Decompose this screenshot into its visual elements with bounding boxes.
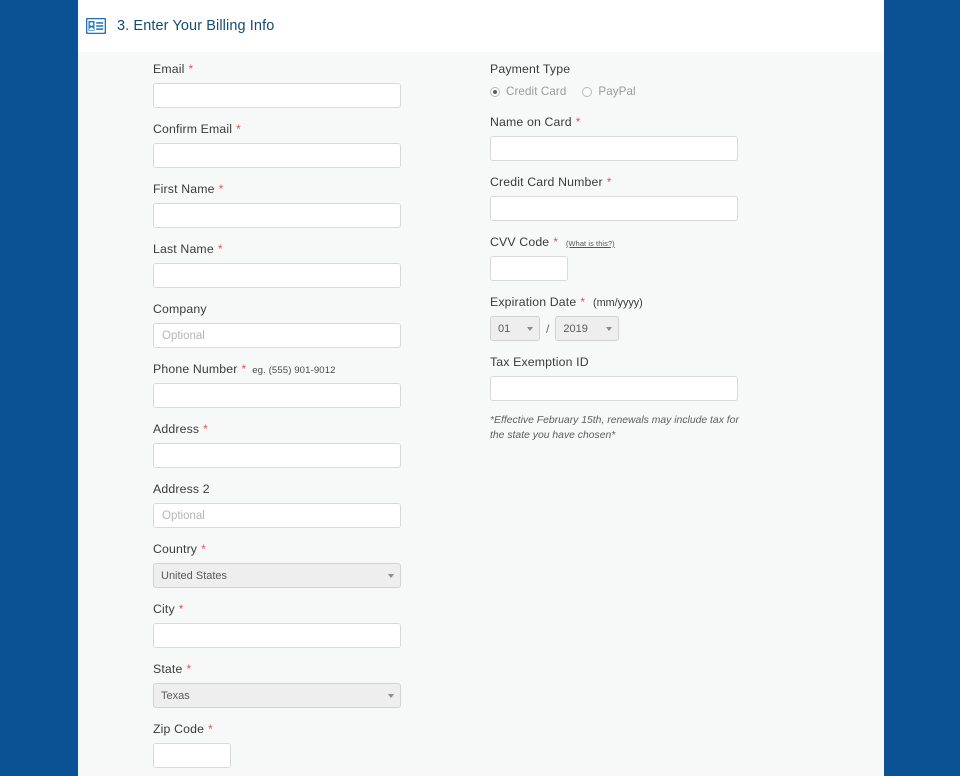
card-number-input[interactable]: [490, 196, 738, 221]
field-state: State * TexasCaliforniaNew YorkFlorida: [153, 662, 483, 708]
email-label: Email: [153, 62, 185, 76]
state-label: State: [153, 662, 183, 676]
field-confirm-email: Confirm Email *: [153, 122, 483, 168]
required-marker: *: [575, 115, 581, 129]
field-payment-type: Payment Type Credit Card PayPal: [490, 62, 820, 98]
state-select[interactable]: TexasCaliforniaNew YorkFlorida: [153, 683, 401, 708]
tax-exemption-label: Tax Exemption ID: [490, 355, 589, 369]
radio-unselected-icon: [582, 86, 593, 97]
confirm-email-label: Confirm Email: [153, 122, 233, 136]
required-marker: *: [188, 62, 194, 76]
page-title: 3. Enter Your Billing Info: [117, 18, 275, 34]
field-address2: Address 2: [153, 482, 483, 528]
name-on-card-input[interactable]: [490, 136, 738, 161]
required-marker: *: [241, 362, 247, 376]
field-expiration: Expiration Date * (mm/yyyy) 010203040506…: [490, 295, 820, 341]
expiration-year-select[interactable]: 201920202021202220232024: [555, 316, 620, 341]
last-name-label: Last Name: [153, 242, 214, 256]
tax-exemption-input[interactable]: [490, 376, 738, 401]
required-marker: *: [186, 662, 192, 676]
radio-credit-card[interactable]: Credit Card: [490, 85, 566, 98]
cvv-input[interactable]: [490, 256, 568, 281]
field-company: Company: [153, 302, 483, 348]
country-label: Country: [153, 542, 198, 556]
field-last-name: Last Name *: [153, 242, 483, 288]
phone-label: Phone Number: [153, 362, 238, 376]
city-label: City: [153, 602, 175, 616]
name-on-card-label: Name on Card: [490, 115, 572, 129]
required-marker: *: [217, 242, 223, 256]
required-marker: *: [218, 182, 224, 196]
payment-type-label: Payment Type: [490, 62, 571, 76]
radio-credit-card-label: Credit Card: [506, 85, 567, 98]
city-input[interactable]: [153, 623, 401, 648]
first-name-label: First Name: [153, 182, 215, 196]
field-city: City *: [153, 602, 483, 648]
company-label: Company: [153, 302, 207, 316]
form-body: Email * Confirm Email * First Name * Las…: [78, 52, 884, 776]
confirm-email-input[interactable]: [153, 143, 401, 168]
card-header: 3. Enter Your Billing Info: [78, 0, 884, 52]
field-cvv: CVV Code * (What is this?): [490, 235, 820, 281]
required-marker: *: [580, 295, 585, 309]
address-label: Address: [153, 422, 200, 436]
address2-input[interactable]: [153, 503, 401, 528]
country-select[interactable]: United StatesCanadaUnited KingdomAustral…: [153, 563, 401, 588]
cvv-help-link[interactable]: (What is this?): [566, 239, 615, 248]
expiration-month-select[interactable]: 010203040506070809101112: [490, 316, 540, 341]
required-marker: *: [606, 175, 612, 189]
email-input[interactable]: [153, 83, 401, 108]
radio-paypal[interactable]: PayPal: [582, 85, 636, 98]
expiration-separator: /: [546, 321, 550, 336]
address-input[interactable]: [153, 443, 401, 468]
field-phone: Phone Number * eg. (555) 901-9012: [153, 362, 483, 408]
field-zip: Zip Code *: [153, 722, 483, 768]
field-tax-exemption: Tax Exemption ID: [490, 355, 820, 401]
phone-input[interactable]: [153, 383, 401, 408]
expiration-controls: 010203040506070809101112 / 2019202020212…: [490, 309, 820, 341]
required-marker: *: [201, 542, 206, 556]
company-input[interactable]: [153, 323, 401, 348]
cvv-label: CVV Code: [490, 235, 550, 249]
id-card-icon: [86, 18, 106, 34]
field-card-number: Credit Card Number *: [490, 175, 820, 221]
tax-note: *Effective February 15th, renewals may i…: [490, 415, 739, 442]
first-name-input[interactable]: [153, 203, 401, 228]
billing-details-column: Email * Confirm Email * First Name * Las…: [153, 52, 483, 768]
required-marker: *: [178, 602, 184, 616]
required-marker: *: [553, 235, 558, 249]
radio-selected-icon: [490, 86, 500, 97]
required-marker: *: [208, 722, 213, 736]
field-name-on-card: Name on Card *: [490, 115, 820, 161]
last-name-input[interactable]: [153, 263, 401, 288]
zip-input[interactable]: [153, 743, 231, 768]
field-email: Email *: [153, 62, 483, 108]
payment-details-column: Payment Type Credit Card PayPal Name on …: [490, 52, 820, 443]
radio-paypal-label: PayPal: [598, 85, 636, 98]
card-number-label: Credit Card Number: [490, 175, 603, 189]
field-address: Address *: [153, 422, 483, 468]
billing-form-card: 3. Enter Your Billing Info Email * Confi…: [78, 0, 884, 776]
required-marker: *: [203, 422, 208, 436]
field-first-name: First Name *: [153, 182, 483, 228]
payment-type-radio-group: Credit Card PayPal: [490, 85, 820, 98]
phone-format-hint: eg. (555) 901-9012: [252, 365, 336, 376]
expiration-label: Expiration Date: [490, 295, 577, 309]
zip-label: Zip Code: [153, 722, 205, 736]
field-country: Country * United StatesCanadaUnited King…: [153, 542, 483, 588]
address2-label: Address 2: [153, 482, 210, 496]
required-marker: *: [236, 122, 241, 136]
expiration-format-hint: (mm/yyyy): [593, 297, 643, 309]
